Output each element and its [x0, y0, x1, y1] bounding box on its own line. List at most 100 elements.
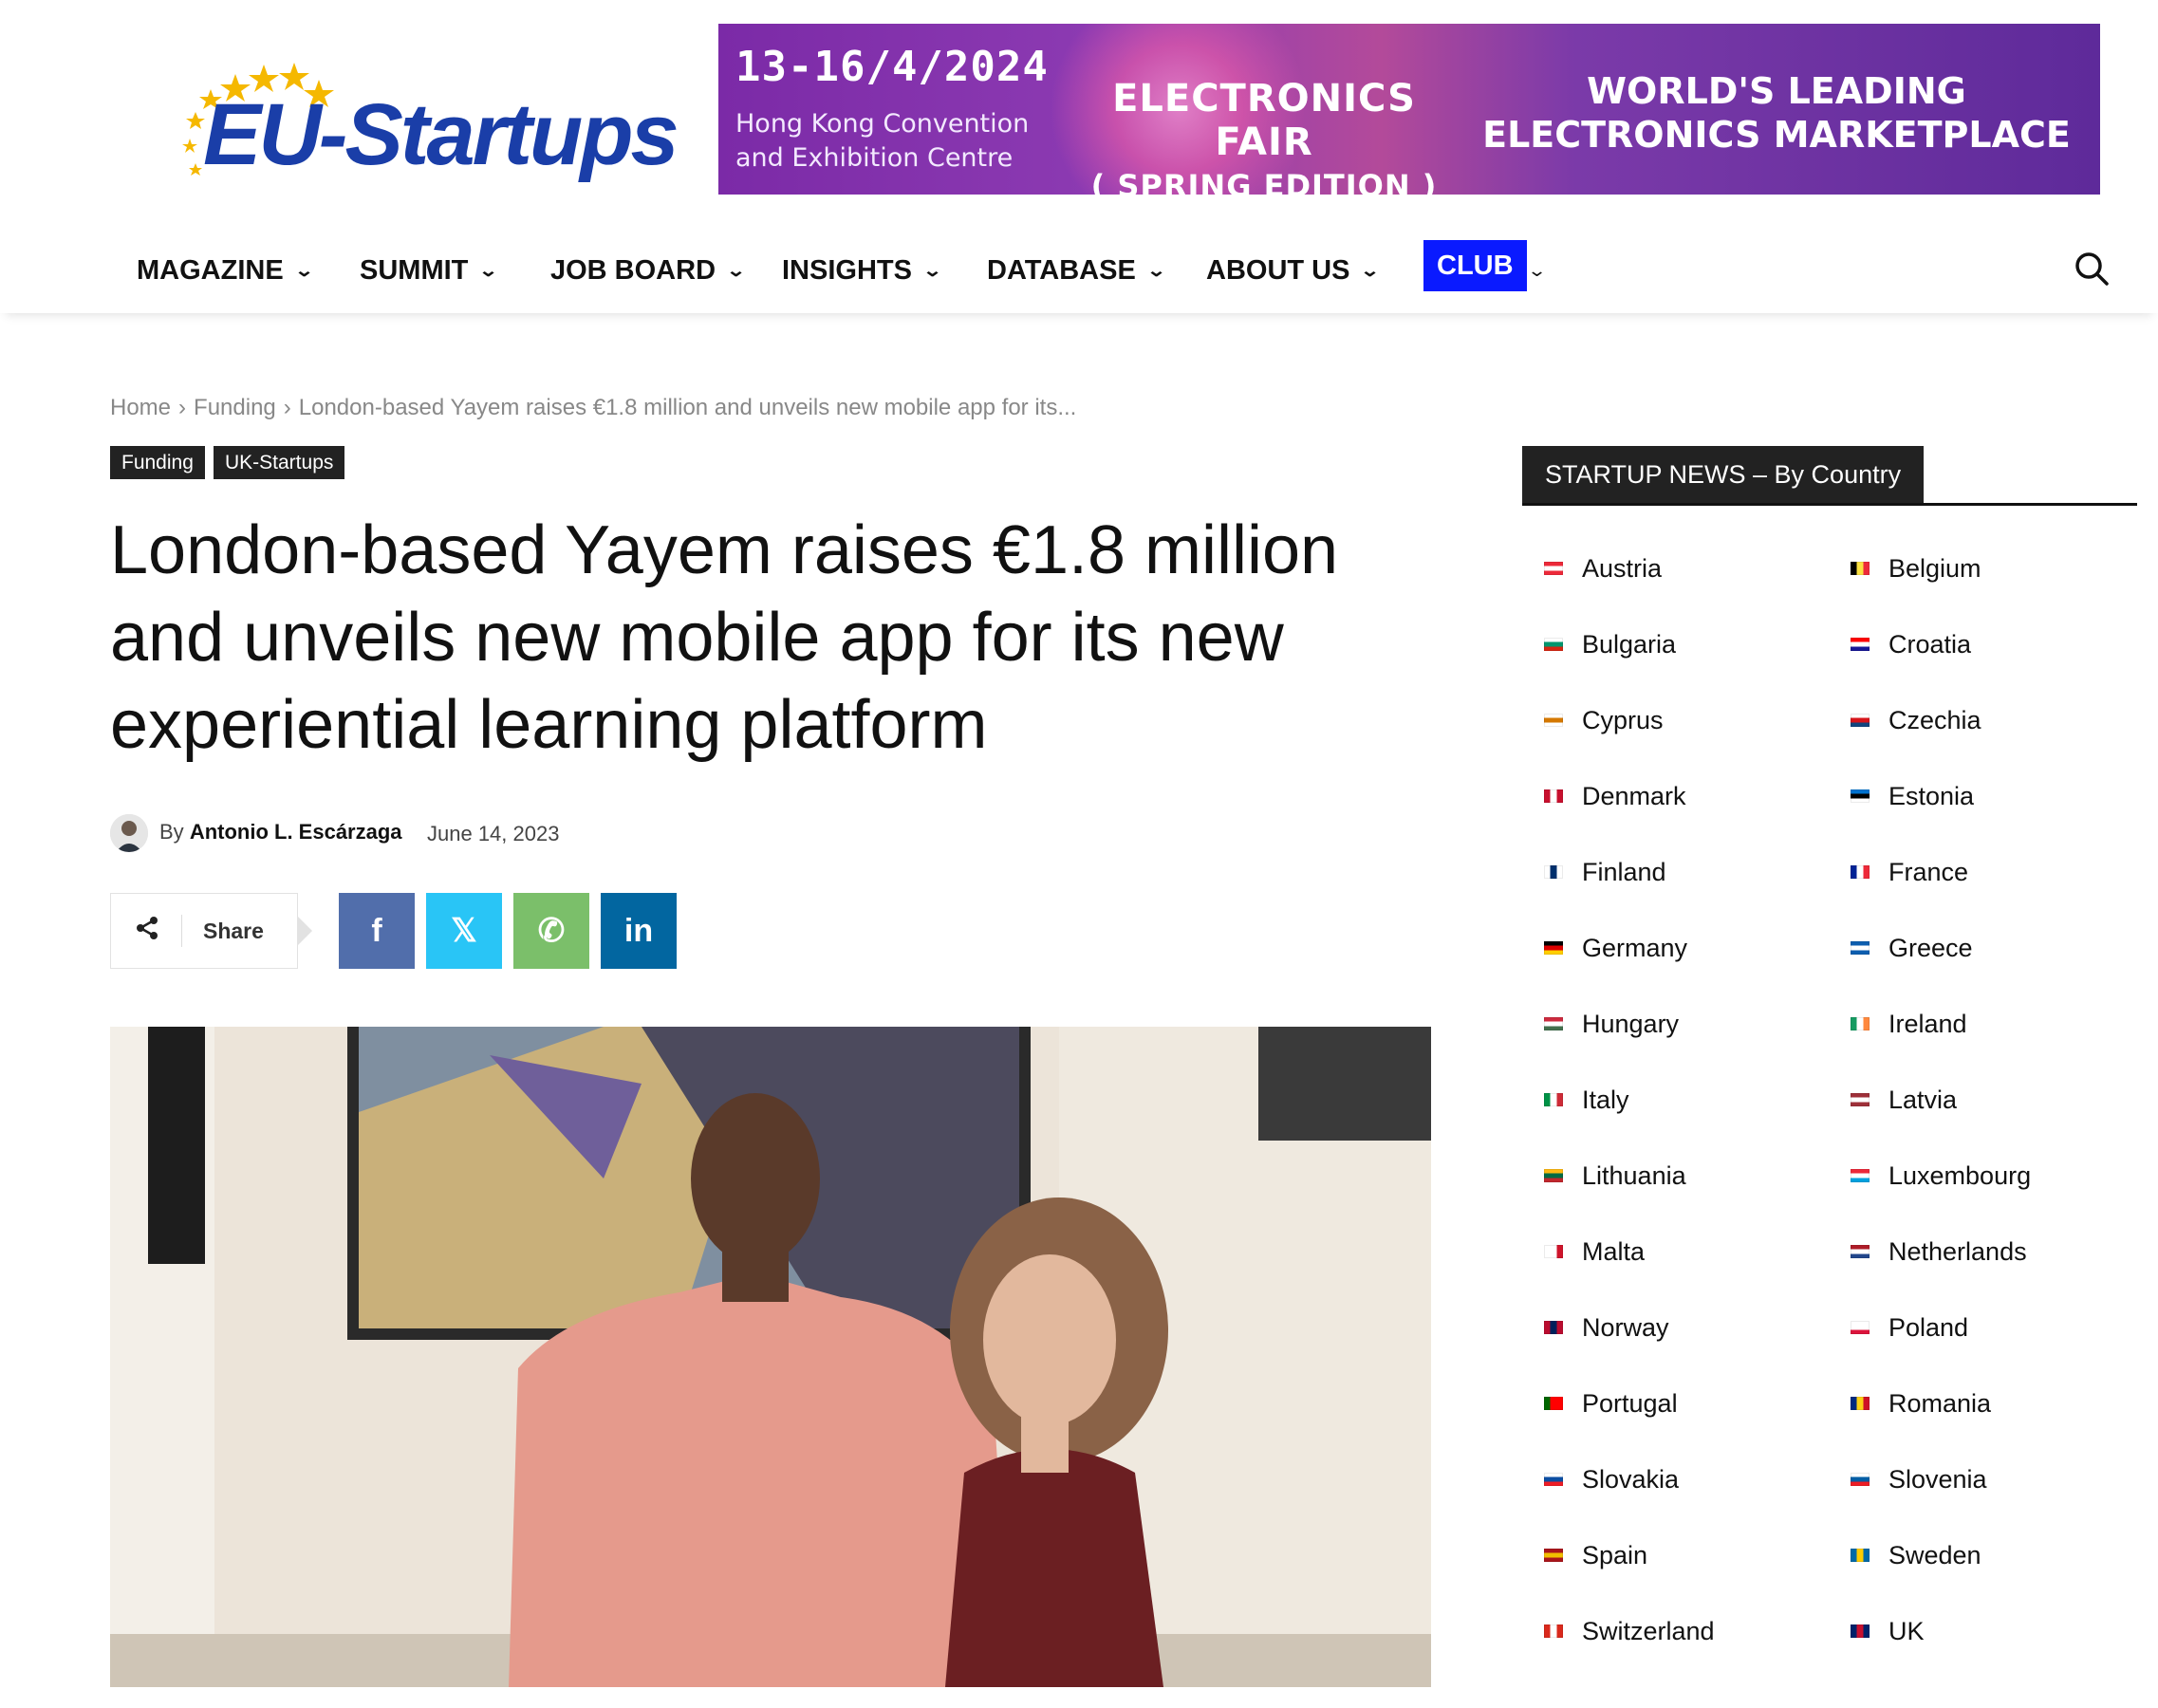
country-link-slovakia[interactable]: Slovakia [1544, 1460, 1679, 1498]
country-link-portugal[interactable]: Portugal [1544, 1384, 1678, 1422]
banner-fair-title: ELECTRONICS FAIR ( SPRING EDITION ) [1070, 77, 1459, 195]
country-link-romania[interactable]: Romania [1851, 1384, 1991, 1422]
country-link-cyprus[interactable]: Cyprus [1544, 701, 1664, 739]
country-label: Luxembourg [1888, 1160, 2032, 1190]
country-link-spain[interactable]: Spain [1544, 1536, 1647, 1574]
country-label: Lithuania [1582, 1160, 1686, 1190]
nav-insights-label: INSIGHTS [782, 254, 912, 286]
chevron-down-icon: ⌄ [293, 260, 314, 280]
country-link-uk[interactable]: UK [1851, 1612, 1925, 1650]
nav-database-label: DATABASE [987, 254, 1136, 286]
country-label: Germany [1582, 933, 1688, 962]
category-tag-funding[interactable]: Funding [110, 446, 205, 479]
flag-icon [1544, 789, 1563, 803]
breadcrumb-home[interactable]: Home [110, 395, 171, 420]
author-name[interactable]: Antonio L. Escárzaga [190, 820, 402, 844]
divider [181, 915, 182, 947]
share-facebook-button[interactable]: f [339, 893, 415, 969]
country-link-bulgaria[interactable]: Bulgaria [1544, 625, 1676, 663]
country-label: UK [1888, 1616, 1925, 1645]
country-link-sweden[interactable]: Sweden [1851, 1536, 1981, 1574]
flag-icon [1851, 865, 1870, 879]
country-link-austria[interactable]: Austria [1544, 549, 1662, 587]
logo-wordmark: EU-Startups [203, 86, 679, 183]
banner-venue-line2: and Exhibition Centre [735, 143, 1014, 173]
share-label: Share [203, 918, 264, 943]
flag-icon [1544, 1169, 1563, 1182]
breadcrumb-funding[interactable]: Funding [194, 395, 276, 420]
share-label-box: Share [110, 893, 312, 969]
facebook-icon: f [371, 912, 382, 949]
country-link-germany[interactable]: Germany [1544, 929, 1687, 967]
breadcrumb-separator: › [283, 395, 291, 420]
country-link-croatia[interactable]: Croatia [1851, 625, 1971, 663]
flag-icon [1851, 714, 1870, 727]
country-label: Finland [1582, 857, 1666, 886]
nav-club[interactable]: CLUB [1423, 240, 1527, 291]
author-avatar[interactable] [110, 814, 148, 852]
country-link-luxembourg[interactable]: Luxembourg [1851, 1157, 2031, 1195]
country-link-ireland[interactable]: Ireland [1851, 1005, 1967, 1043]
share-x-button[interactable]: 𝕏 [426, 893, 502, 969]
country-link-netherlands[interactable]: Netherlands [1851, 1233, 2027, 1271]
flag-icon [1851, 1473, 1870, 1486]
country-label: Belgium [1888, 553, 1981, 583]
flag-icon [1851, 1397, 1870, 1410]
flag-icon [1544, 638, 1563, 651]
country-label: Romania [1888, 1388, 1992, 1418]
flag-icon [1544, 1397, 1563, 1410]
country-label: Norway [1582, 1312, 1669, 1342]
breadcrumb-current: London-based Yayem raises €1.8 million a… [298, 395, 1077, 420]
country-label: Sweden [1888, 1540, 1981, 1569]
share-whatsapp-button[interactable]: ✆ [513, 893, 589, 969]
country-link-italy[interactable]: Italy [1544, 1081, 1629, 1119]
flag-icon [1544, 1321, 1563, 1334]
country-link-belgium[interactable]: Belgium [1851, 549, 1981, 587]
flag-icon [1851, 789, 1870, 803]
chevron-down-icon: ⌄ [921, 260, 943, 280]
banner-tagline-line2: ELECTRONICS MARKETPLACE [1482, 114, 2071, 156]
nav-job-board[interactable]: JOB BOARD ⌄ [550, 249, 746, 292]
country-label: Italy [1582, 1085, 1629, 1114]
country-label: Slovakia [1582, 1464, 1680, 1494]
country-label: Bulgaria [1582, 629, 1677, 659]
country-link-denmark[interactable]: Denmark [1544, 777, 1686, 815]
banner-ad[interactable]: 13-16/4/2024 Hong Kong Convention and Ex… [718, 24, 2100, 195]
chevron-down-icon[interactable]: ⌄ [1527, 249, 1547, 292]
country-link-france[interactable]: France [1851, 853, 1968, 891]
flag-icon [1851, 1321, 1870, 1334]
country-link-poland[interactable]: Poland [1851, 1309, 1968, 1346]
main-nav: MAGAZINE ⌄ SUMMIT ⌄ JOB BOARD ⌄ INSIGHTS ⌄ D… [0, 228, 2158, 313]
search-icon[interactable] [2073, 250, 2111, 288]
category-tag-uk-startups[interactable]: UK-Startups [214, 446, 345, 479]
country-link-switzerland[interactable]: Switzerland [1544, 1612, 1715, 1650]
country-label: Hungary [1582, 1009, 1680, 1038]
country-link-malta[interactable]: Malta [1544, 1233, 1645, 1271]
country-label: Greece [1888, 933, 1973, 962]
flag-icon [1544, 1624, 1563, 1638]
nav-summit[interactable]: SUMMIT ⌄ [360, 249, 499, 292]
nav-insights[interactable]: INSIGHTS ⌄ [782, 249, 943, 292]
country-link-slovenia[interactable]: Slovenia [1851, 1460, 1987, 1498]
nav-magazine[interactable]: MAGAZINE ⌄ [137, 249, 314, 292]
sidebar-heading-bar: STARTUP NEWS – By Country [1522, 446, 2137, 506]
flag-icon [1851, 1169, 1870, 1182]
country-label: Denmark [1582, 781, 1686, 810]
country-label: Croatia [1888, 629, 1972, 659]
nav-about-us[interactable]: ABOUT US ⌄ [1206, 249, 1381, 292]
country-link-finland[interactable]: Finland [1544, 853, 1666, 891]
country-link-czechia[interactable]: Czechia [1851, 701, 1981, 739]
country-link-estonia[interactable]: Estonia [1851, 777, 1974, 815]
banner-fair-edition: ( SPRING EDITION ) [1090, 168, 1438, 195]
country-link-lithuania[interactable]: Lithuania [1544, 1157, 1686, 1195]
country-link-norway[interactable]: Norway [1544, 1309, 1669, 1346]
country-label: Estonia [1888, 781, 1975, 810]
share-linkedin-button[interactable]: in [601, 893, 677, 969]
country-link-hungary[interactable]: Hungary [1544, 1005, 1679, 1043]
country-label: Spain [1582, 1540, 1648, 1569]
country-link-latvia[interactable]: Latvia [1851, 1081, 1957, 1119]
site-logo[interactable]: EU-Startups [169, 36, 679, 188]
chevron-down-icon: ⌄ [478, 260, 499, 280]
nav-database[interactable]: DATABASE ⌄ [987, 249, 1166, 292]
country-link-greece[interactable]: Greece [1851, 929, 1973, 967]
